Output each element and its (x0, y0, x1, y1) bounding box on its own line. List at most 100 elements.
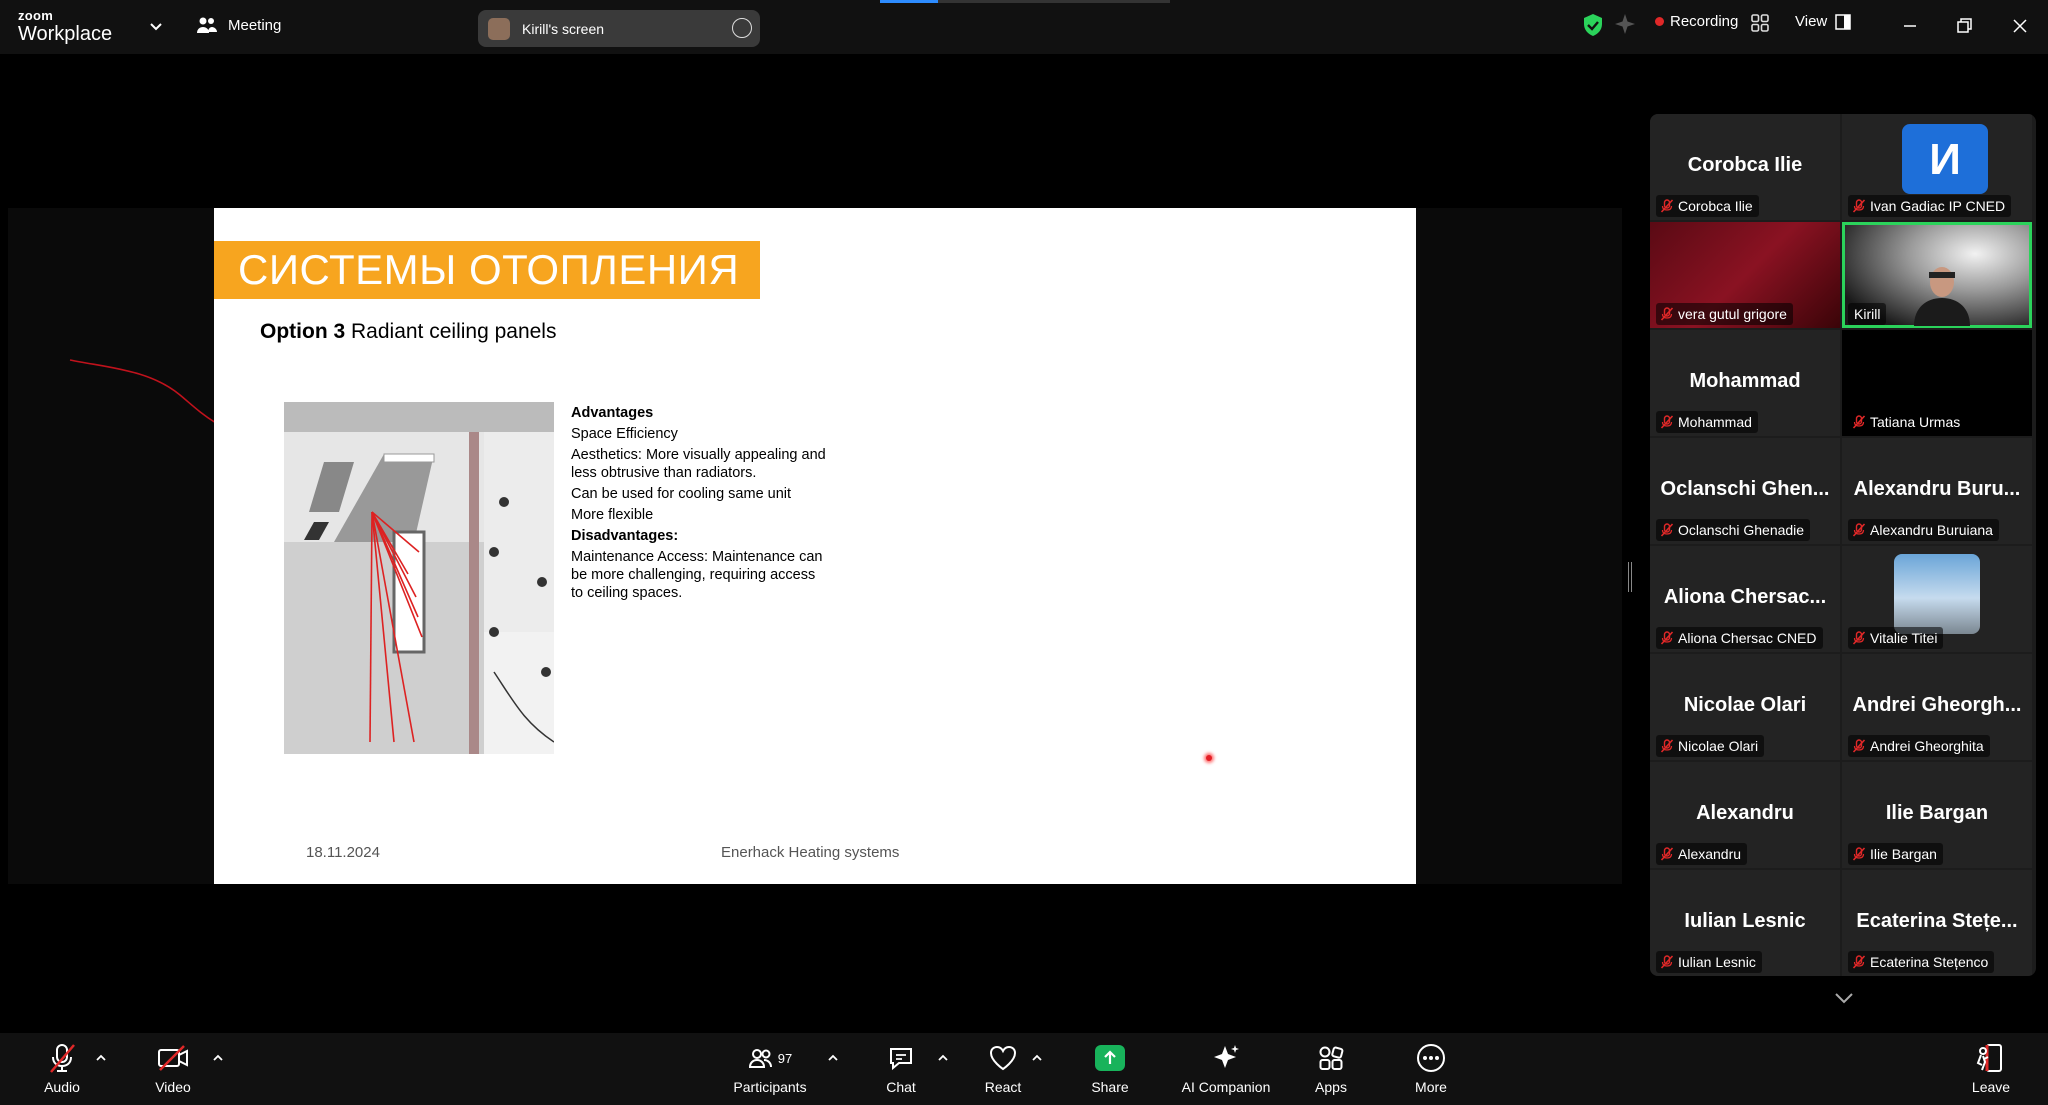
react-options-caret-icon[interactable] (1031, 1053, 1043, 1063)
leave-button[interactable]: Leave (1946, 1041, 2036, 1095)
view-button[interactable]: View (1795, 13, 1851, 30)
radiant-panel-illustration (284, 402, 554, 754)
mic-muted-icon (1660, 199, 1674, 213)
mic-muted-icon (1660, 631, 1674, 645)
chevron-down-icon[interactable] (1832, 988, 1856, 1008)
participant-video (1914, 267, 1970, 326)
participant-tile[interactable]: Andrei Gheorgh... Andrei Gheorghita (1842, 654, 2032, 760)
apps-button[interactable]: Apps (1286, 1041, 1376, 1095)
chat-options-caret-icon[interactable] (937, 1053, 949, 1063)
participant-tile[interactable]: Alexandru Buru... Alexandru Buruiana (1842, 438, 2032, 544)
screen-share-pill[interactable]: Kirill's screen (478, 10, 760, 47)
ai-companion-label: AI Companion (1181, 1079, 1271, 1095)
audio-button[interactable]: Audio (17, 1041, 107, 1095)
mic-muted-icon (1660, 739, 1674, 753)
participant-name-label: Ivan Gadiac IP CNED (1848, 195, 2012, 217)
participant-tile[interactable]: Iulian Lesnic Iulian Lesnic (1650, 870, 1840, 976)
avatar (488, 17, 510, 40)
participant-name-label: Kirill (1848, 303, 1887, 325)
advantages-heading: Advantages (571, 405, 654, 421)
restore-icon[interactable] (1950, 12, 1978, 40)
participant-display-name: Mohammad (1689, 370, 1801, 392)
audio-label: Audio (44, 1079, 80, 1095)
participant-tile[interactable]: Tatiana Urmas (1842, 330, 2032, 436)
participant-display-name: Oclanschi Ghen... (1660, 478, 1830, 500)
ai-companion-button[interactable]: AI Companion (1165, 1041, 1287, 1095)
screen-share-label: Kirill's screen (522, 20, 605, 37)
participant-name: Kirill (1854, 306, 1881, 322)
disadvantage-item: Maintenance Access: Maintenance can be m… (571, 549, 823, 601)
slide-option-heading: Option 3 Radiant ceiling panels (260, 320, 556, 344)
participant-name: Aliona Chersac CNED (1678, 630, 1817, 646)
advantage-item: Space Efficiency (571, 426, 678, 442)
participant-name-label: Alexandru (1656, 843, 1748, 865)
mic-muted-icon (1660, 955, 1674, 969)
participant-tile[interactable]: Ecaterina Stețe... Ecaterina Stețenco (1842, 870, 2032, 976)
react-button[interactable]: React (958, 1041, 1048, 1095)
video-button[interactable]: Video (128, 1041, 218, 1095)
sparkle-icon[interactable] (1614, 13, 1636, 35)
participant-name-label: Alexandru Buruiana (1848, 519, 1999, 541)
close-icon[interactable] (2006, 12, 2034, 40)
meeting-toolbar: Audio Video 97 Participants Chat React S… (0, 1033, 2048, 1105)
participant-tile[interactable]: Mohammad Mohammad (1650, 330, 1840, 436)
video-options-caret-icon[interactable] (212, 1053, 224, 1063)
mic-muted-icon (1852, 631, 1866, 645)
participant-name: Ilie Bargan (1870, 846, 1937, 862)
apps-icon (1319, 1046, 1344, 1070)
participant-tile[interactable]: Nicolae Olari Nicolae Olari (1650, 654, 1840, 760)
participant-tile[interactable]: Kirill (1842, 222, 2032, 328)
mic-muted-icon (1852, 415, 1866, 429)
advantage-item: More flexible (571, 507, 654, 523)
shield-check-icon[interactable] (1582, 13, 1604, 37)
share-screen-icon (1095, 1045, 1125, 1071)
participant-tile[interactable]: Ilie Bargan Ilie Bargan (1842, 762, 2032, 868)
panel-resize-handle[interactable] (1628, 562, 1632, 592)
participant-tile[interactable]: Alexandru Alexandru (1650, 762, 1840, 868)
participant-tile[interactable]: Vitalie Titei (1842, 546, 2032, 652)
mic-muted-icon (50, 1044, 75, 1073)
participant-name: Corobca Ilie (1678, 198, 1753, 214)
minimize-icon[interactable] (1896, 12, 1924, 40)
participant-name-label: Aliona Chersac CNED (1656, 627, 1823, 649)
participant-tile[interactable]: Aliona Chersac... Aliona Chersac CNED (1650, 546, 1840, 652)
recording-indicator[interactable]: Recording (1655, 13, 1738, 30)
participants-options-caret-icon[interactable] (827, 1053, 839, 1063)
share-button[interactable]: Share (1065, 1041, 1155, 1095)
share-progress-bar (880, 0, 1170, 3)
participant-name: vera gutul grigore (1678, 306, 1787, 322)
participant-name: Ivan Gadiac IP CNED (1870, 198, 2006, 214)
participant-tile[interactable]: И Ivan Gadiac IP CNED (1842, 114, 2032, 220)
advantage-item: Can be used for cooling same unit (571, 486, 792, 502)
mic-muted-icon (1852, 847, 1866, 861)
participant-tile[interactable]: Oclanschi Ghen... Oclanschi Ghenadie (1650, 438, 1840, 544)
chevron-down-icon[interactable] (146, 16, 166, 36)
annotation-stroke (69, 359, 217, 424)
participant-name-label: Vitalie Titei (1848, 627, 1944, 649)
disadvantages-heading: Disadvantages: (571, 528, 679, 544)
leave-label: Leave (1971, 1079, 2011, 1095)
advantage-item: Aesthetics: More visually appealing and … (571, 447, 826, 481)
chat-button[interactable]: Chat (856, 1041, 946, 1095)
participants-count: 97 (777, 1050, 793, 1066)
participant-display-name: Aliona Chersac... (1663, 586, 1827, 608)
participant-name-label: Tatiana Urmas (1848, 411, 1967, 433)
view-label: View (1795, 13, 1828, 30)
participant-display-name: Corobca Ilie (1687, 154, 1803, 176)
slide-footer-name: Enerhack Heating systems (721, 844, 900, 861)
meeting-button[interactable]: Meeting (196, 15, 281, 35)
chat-icon (890, 1048, 912, 1071)
audio-options-caret-icon[interactable] (95, 1053, 107, 1063)
participant-tile[interactable]: Corobca Ilie Corobca Ilie (1650, 114, 1840, 220)
participants-button[interactable]: 97 Participants (725, 1041, 815, 1095)
presentation-slide: СИСТЕМЫ ОТОПЛЕНИЯ Option 3 Radiant ceili… (214, 208, 1416, 884)
grid-icon[interactable] (1750, 13, 1770, 33)
participant-name: Alexandru (1678, 846, 1742, 862)
participant-display-name: Nicolae Olari (1683, 694, 1807, 716)
more-button[interactable]: More (1386, 1041, 1476, 1095)
participant-name-label: Mohammad (1656, 411, 1758, 433)
mic-muted-icon (1852, 523, 1866, 537)
more-options-icon[interactable] (732, 18, 752, 38)
avatar: И (1902, 124, 1988, 194)
participant-tile[interactable]: vera gutul grigore (1650, 222, 1840, 328)
